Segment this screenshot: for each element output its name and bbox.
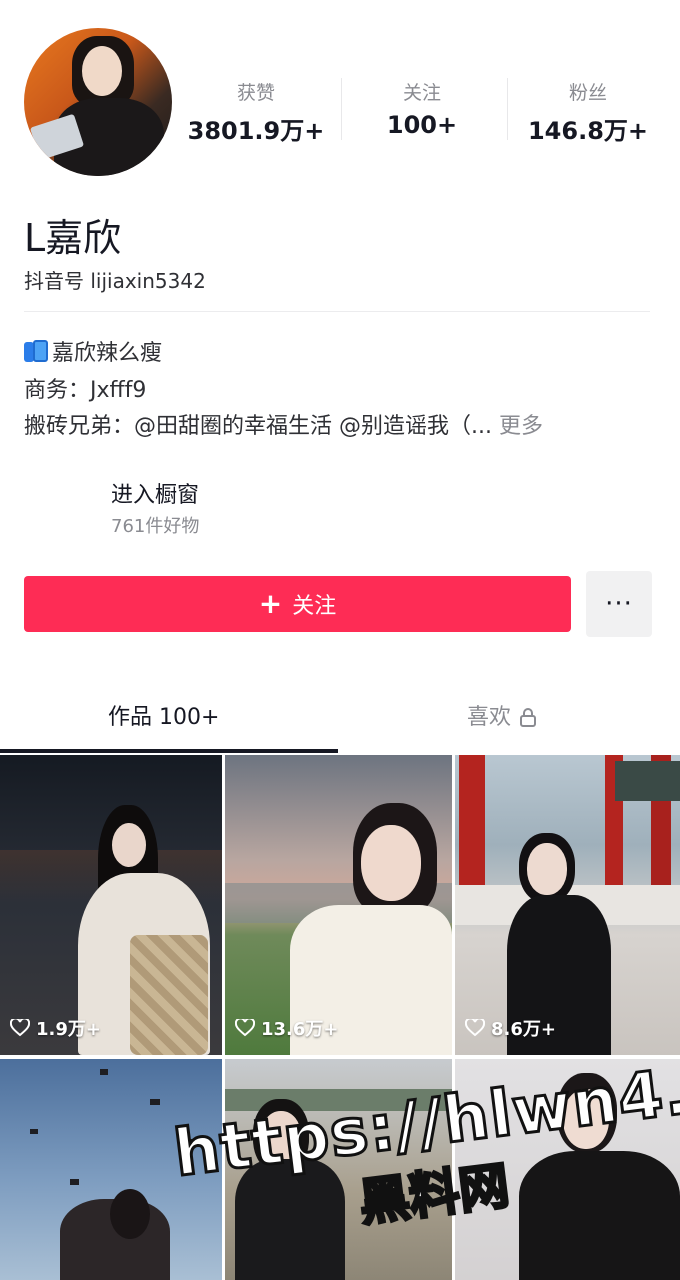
profile-username: L嘉欣 bbox=[24, 216, 122, 260]
tab-likes[interactable]: 喜欢 bbox=[467, 699, 537, 733]
profile-avatar[interactable] bbox=[24, 28, 172, 176]
video-likes-text: 8.6万+ bbox=[491, 1019, 556, 1040]
tab-active-indicator bbox=[0, 749, 338, 753]
bio-line-3: 搬砖兄弟：@田甜圈的幸福生活 @别造谣我（... 更多 bbox=[24, 408, 543, 440]
video-thumbnail[interactable]: 1.9万+ bbox=[0, 755, 222, 1055]
section-divider bbox=[24, 311, 650, 312]
stat-following-value: 100+ bbox=[386, 111, 458, 139]
video-like-count: 1.9万+ bbox=[10, 1015, 101, 1041]
profile-douyin-id: 抖音号 lijiaxin5342 bbox=[24, 269, 206, 293]
shop-window-link[interactable]: 进入橱窗 bbox=[111, 477, 199, 509]
stat-likes-value: 3801.9万+ bbox=[187, 117, 325, 145]
bio-mentions: 搬砖兄弟：@田甜圈的幸福生活 @别造谣我（... bbox=[24, 414, 492, 439]
stat-likes-label: 获赞 bbox=[236, 82, 275, 104]
stat-following[interactable]: 关注 100+ bbox=[342, 78, 502, 139]
tab-works[interactable]: 作品 100+ bbox=[108, 699, 219, 731]
stat-likes[interactable]: 获赞 3801.9万+ bbox=[176, 78, 336, 146]
tab-likes-label: 喜欢 bbox=[467, 705, 512, 730]
lock-icon bbox=[519, 707, 537, 733]
shop-window-count: 761件好物 bbox=[111, 516, 200, 537]
follow-button-label: 关注 bbox=[292, 594, 337, 619]
video-thumbnail[interactable]: 13.6万+ bbox=[225, 755, 452, 1055]
stat-followers[interactable]: 粉丝 146.8万+ bbox=[508, 78, 668, 146]
video-thumbnail[interactable]: 8.6万+ bbox=[455, 755, 680, 1055]
stat-followers-value: 146.8万+ bbox=[527, 117, 649, 145]
video-likes-text: 1.9万+ bbox=[36, 1019, 101, 1040]
bio-more-link[interactable]: 更多 bbox=[499, 414, 543, 439]
video-like-count: 13.6万+ bbox=[235, 1015, 339, 1041]
bio-line-1: 嘉欣辣么瘦 bbox=[24, 335, 162, 367]
follow-button[interactable]: + 关注 bbox=[24, 576, 571, 632]
more-options-button[interactable]: ··· bbox=[586, 571, 652, 637]
heart-icon bbox=[465, 1019, 485, 1037]
stat-followers-label: 粉丝 bbox=[568, 82, 607, 104]
bio-nickname: 嘉欣辣么瘦 bbox=[52, 341, 163, 366]
profile-card-icon bbox=[24, 340, 50, 364]
video-likes-text: 13.6万+ bbox=[261, 1019, 339, 1040]
stat-following-label: 关注 bbox=[402, 82, 441, 104]
heart-icon bbox=[235, 1019, 255, 1037]
plus-icon: + bbox=[258, 587, 283, 620]
heart-icon bbox=[10, 1019, 30, 1037]
video-like-count: 8.6万+ bbox=[465, 1015, 556, 1041]
bio-line-2: 商务：Jxfff9 bbox=[24, 378, 147, 403]
